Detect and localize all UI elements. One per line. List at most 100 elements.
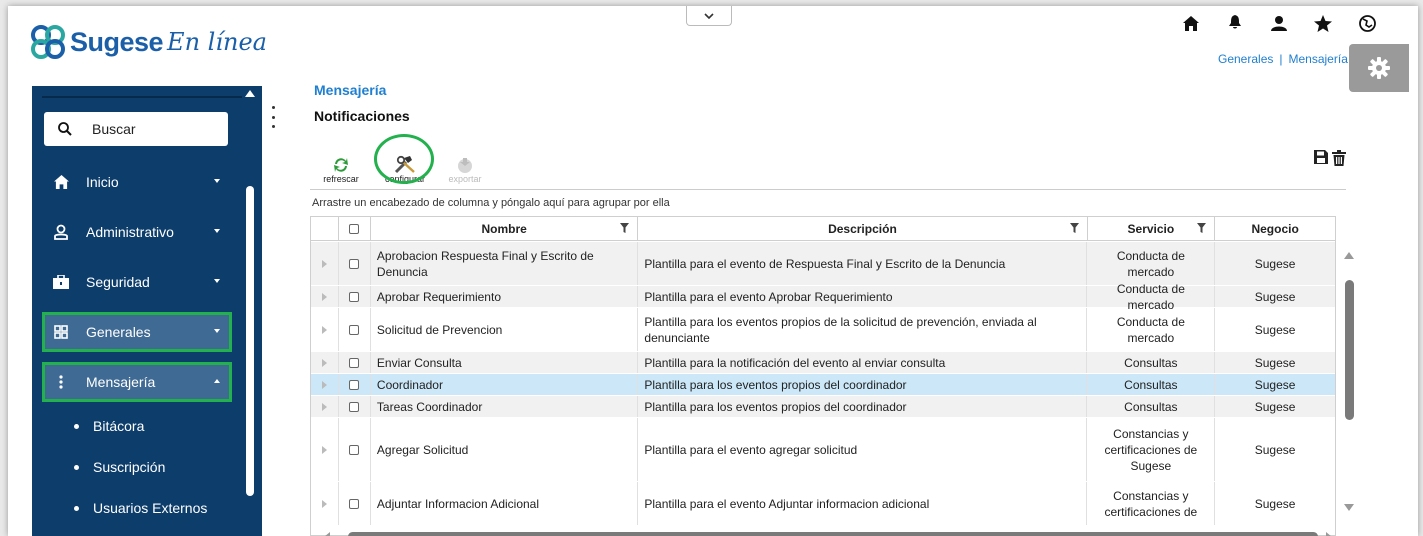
sidebar: Buscar Inicio Administrativo Seguridad G… [32, 86, 262, 536]
column-header-negocio[interactable]: Negocio [1215, 217, 1335, 241]
trash-icon[interactable] [1332, 150, 1346, 169]
scroll-thumb[interactable] [1345, 280, 1354, 420]
cell-servicio: Consultas [1087, 396, 1216, 417]
table-row[interactable]: Adjuntar Informacion Adicional Plantilla … [311, 482, 1335, 526]
row-checkbox[interactable] [349, 401, 360, 412]
grid-vertical-scrollbar[interactable] [1342, 246, 1356, 516]
select-cell [339, 352, 371, 373]
breadcrumb-generales[interactable]: Generales [1218, 52, 1273, 66]
row-checkbox[interactable] [349, 379, 360, 390]
breadcrumb-mensajeria[interactable]: Mensajería [1289, 52, 1348, 66]
row-checkbox[interactable] [349, 324, 360, 335]
sidebar-item-seguridad[interactable]: Seguridad [32, 262, 232, 302]
brand-script: En línea [167, 28, 267, 56]
expand-cell [311, 482, 339, 525]
export-label: exportar [448, 174, 482, 184]
cell-nombre: Agregar Solicitud [371, 418, 639, 481]
save-icon[interactable] [1314, 150, 1328, 169]
cell-negocio: Sugese [1254, 399, 1296, 414]
search-icon [58, 122, 72, 136]
sugese-logo[interactable]: Sugese En línea [30, 22, 267, 62]
sidebar-item-mensajeria[interactable]: Mensajería [42, 362, 232, 402]
search-input[interactable]: Buscar [44, 112, 228, 146]
user-icon[interactable] [1270, 14, 1288, 32]
chevron-down-icon [214, 179, 220, 183]
sidebar-subitem-usuarios-externos[interactable]: Usuarios Externos [74, 500, 207, 516]
table-row[interactable]: Coordinador Plantilla para los eventos pr… [311, 374, 1335, 396]
chevron-down-icon [214, 279, 220, 283]
settings-button[interactable] [1349, 44, 1409, 92]
search-placeholder: Buscar [92, 121, 136, 137]
table-row[interactable]: Solicitud de Prevencion Plantilla para lo… [311, 308, 1335, 352]
expand-row-icon[interactable] [321, 358, 327, 367]
export-button[interactable]: exportar [440, 144, 490, 184]
table-row[interactable]: Aprobar Requerimiento Plantilla para el e… [311, 282, 1335, 312]
panel-menu-button[interactable] [270, 106, 276, 128]
expand-row-icon[interactable] [321, 380, 327, 389]
home-icon[interactable] [1182, 14, 1200, 32]
table-row[interactable]: Agregar Solicitud Plantilla para el event… [311, 418, 1335, 482]
row-checkbox[interactable] [349, 498, 360, 509]
expand-row-icon[interactable] [321, 402, 327, 411]
bell-icon[interactable] [1226, 14, 1244, 32]
header-collapse-toggle[interactable] [686, 6, 732, 26]
sidebar-subitem-suscripcion[interactable]: Suscripción [74, 459, 165, 475]
filter-icon[interactable] [1197, 223, 1207, 233]
expand-cell [311, 308, 339, 351]
sidebar-scrollbar[interactable] [246, 186, 254, 496]
cell-nombre: Tareas Coordinador [371, 396, 639, 417]
cell-descripcion: Plantilla para el evento agregar solicit… [638, 418, 1088, 481]
sidebar-item-administrativo[interactable]: Administrativo [32, 212, 232, 252]
globe-icon[interactable] [1358, 14, 1376, 32]
scroll-up-icon[interactable] [1344, 252, 1354, 259]
star-icon[interactable] [1314, 14, 1332, 32]
grid-horizontal-scroll-thumb[interactable] [348, 532, 1318, 536]
export-icon [458, 158, 472, 173]
cell-nombre: Aprobar Requerimiento [371, 286, 639, 307]
table-row[interactable]: Aprobacion Respuesta Final y Escrito de … [311, 242, 1335, 286]
expand-row-icon[interactable] [321, 259, 327, 268]
cell-descripcion: Plantilla para los eventos propios del c… [638, 396, 1088, 417]
select-cell [339, 396, 371, 417]
table-row[interactable]: Enviar Consulta Plantilla para la notific… [311, 352, 1335, 374]
filter-icon[interactable] [1069, 223, 1079, 233]
row-checkbox[interactable] [349, 444, 360, 455]
refresh-button[interactable]: refrescar [316, 144, 366, 184]
select-cell [339, 242, 371, 285]
column-header-descripcion[interactable]: Descripción [638, 217, 1088, 241]
column-header-nombre[interactable]: Nombre [371, 217, 639, 241]
cell-negocio: Sugese [1254, 377, 1296, 392]
cell-nombre: Adjuntar Informacion Adicional [371, 482, 639, 525]
sidebar-item-generales[interactable]: Generales [42, 312, 232, 352]
row-checkbox[interactable] [349, 258, 360, 269]
expand-row-icon[interactable] [321, 499, 327, 508]
sidebar-scroll-up-icon[interactable] [245, 90, 255, 97]
select-cell [339, 374, 371, 395]
sidebar-item-label: Administrativo [86, 224, 174, 240]
scroll-down-icon[interactable] [1344, 504, 1354, 511]
expand-cell [311, 352, 339, 373]
refresh-label: refrescar [323, 174, 359, 184]
sidebar-subitem-bitacora[interactable]: Bitácora [74, 418, 144, 434]
expand-row-icon[interactable] [321, 292, 327, 301]
cell-negocio: Sugese [1254, 322, 1296, 337]
row-checkbox[interactable] [349, 291, 360, 302]
column-label: Nombre [481, 222, 527, 236]
sidebar-subitem-label: Usuarios Externos [93, 500, 208, 516]
sidebar-item-label: Seguridad [86, 274, 150, 290]
select-cell [339, 286, 371, 307]
table-row[interactable]: Tareas Coordinador Plantilla para los eve… [311, 396, 1335, 418]
expand-row-icon[interactable] [321, 325, 327, 334]
header-icons [1182, 14, 1376, 32]
column-header-servicio[interactable]: Servicio [1088, 217, 1216, 241]
row-checkbox[interactable] [349, 357, 360, 368]
filter-icon[interactable] [620, 223, 630, 233]
sidebar-item-inicio[interactable]: Inicio [32, 162, 232, 202]
scroll-right-icon[interactable] [1326, 532, 1332, 536]
cell-negocio: Sugese [1254, 496, 1296, 511]
cell-negocio: Sugese [1254, 442, 1296, 457]
select-all-checkbox[interactable] [349, 224, 360, 234]
scroll-left-icon[interactable] [324, 532, 330, 536]
sidebar-item-label: Mensajería [86, 374, 156, 390]
expand-row-icon[interactable] [321, 445, 327, 454]
